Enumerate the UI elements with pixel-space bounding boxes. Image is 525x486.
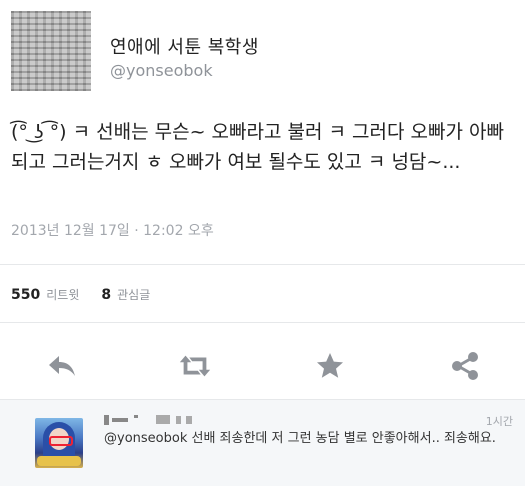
reply-text: @yonseobok 선배 죄송한데 저 그런 농담 별로 안좋아해서.. 죄송…: [104, 430, 509, 448]
tweet-detail: 연애에 서툰 복학생 @yonseobok (͡° ͜ʖ ͡°) ㅋ 선배는 무…: [0, 0, 525, 486]
share-button[interactable]: [447, 348, 483, 384]
reply-item[interactable]: 1시간 @yonseobok 선배 죄송한데 저 그런 농담 별로 안좋아해서.…: [0, 400, 525, 486]
reply-avatar[interactable]: [35, 418, 83, 468]
tweet-text: (͡° ͜ʖ ͡°) ㅋ 선배는 무슨~ 오빠라고 불러 ㅋ 그러다 오빠가 아…: [11, 121, 511, 173]
reply-time: 1시간: [485, 415, 513, 428]
reply-body: 선배 죄송한데 저 그런 농담 별로 안좋아해서.. 죄송해요.: [187, 431, 496, 446]
author-handle[interactable]: @yonseobok: [110, 61, 213, 80]
avatar-hands: [37, 456, 81, 466]
retweet-button[interactable]: [177, 348, 213, 384]
divider: [0, 264, 525, 265]
share-icon: [452, 352, 478, 380]
reply-author-redacted: [104, 412, 204, 428]
retweets-count[interactable]: 550: [11, 287, 40, 303]
reply-icon: [49, 356, 75, 376]
favorites-count[interactable]: 8: [101, 287, 111, 303]
star-icon: [317, 353, 343, 378]
retweets-label[interactable]: 리트윗: [46, 288, 79, 302]
tweet-actions: [0, 340, 525, 390]
tweet-stats: 550 리트윗 8 관심글: [11, 286, 172, 303]
author-display-name[interactable]: 연애에 서툰 복학생: [110, 33, 259, 59]
retweet-icon: [179, 355, 211, 377]
reply-mention[interactable]: @yonseobok: [104, 431, 187, 446]
favorites-label[interactable]: 관심글: [117, 288, 150, 302]
author-avatar[interactable]: [11, 11, 91, 91]
divider: [0, 322, 525, 323]
favorite-button[interactable]: [312, 348, 348, 384]
tweet-timestamp: 2013년 12월 17일 · 12:02 오후: [11, 223, 214, 239]
reply-button[interactable]: [44, 348, 80, 384]
avatar-glasses: [49, 436, 73, 446]
